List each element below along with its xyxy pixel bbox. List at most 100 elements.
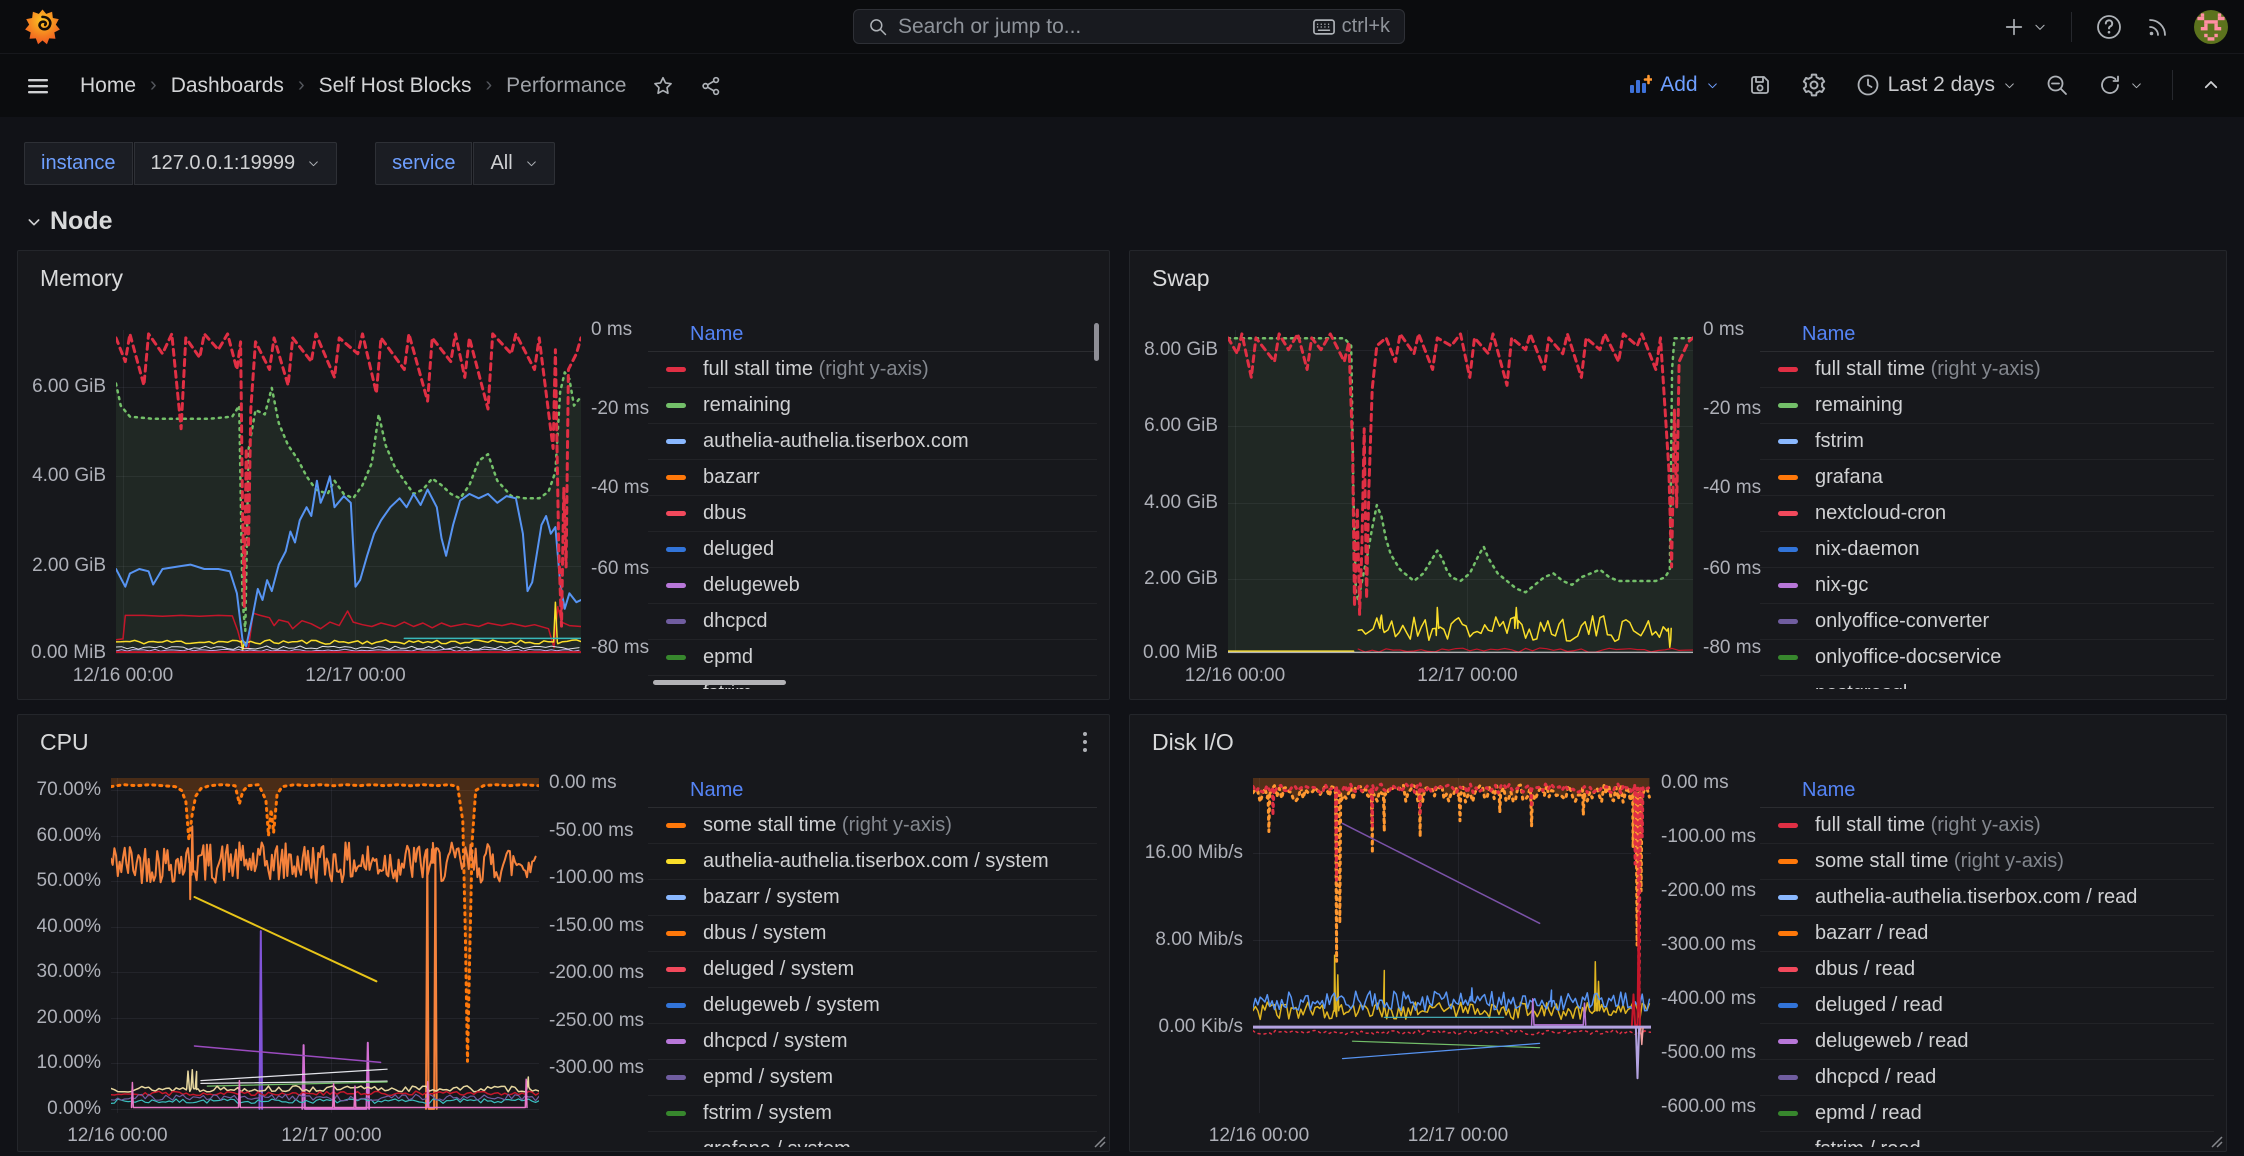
top-bar: Search or jump to... ctrl+k xyxy=(0,0,2244,53)
legend-item-nix-gc[interactable]: nix-gc xyxy=(1760,568,2214,604)
time-range-picker[interactable]: Last 2 days xyxy=(1856,73,2016,97)
legend-item-dhcpcd-read[interactable]: dhcpcd / read xyxy=(1760,1060,2214,1096)
legend-item-deluged[interactable]: deluged xyxy=(648,532,1097,568)
legend-item-epmd-read[interactable]: epmd / read xyxy=(1760,1096,2214,1132)
legend-item-epmd-system[interactable]: epmd / system xyxy=(648,1060,1097,1096)
legend-item-onlyoffice-docservice[interactable]: onlyoffice-docservice xyxy=(1760,640,2214,676)
legend-item-label: some stall time (right y-axis) xyxy=(1815,850,2064,873)
legend-item-label: authelia-authelia.tiserbox.com / system xyxy=(703,850,1049,873)
collapse-toolbar-button[interactable] xyxy=(2202,76,2220,94)
legend-item-authelia-authelia-tiserbox-com-system[interactable]: authelia-authelia.tiserbox.com / system xyxy=(648,844,1097,880)
favorite-button[interactable] xyxy=(652,75,674,97)
panel-menu-icon[interactable] xyxy=(1077,729,1093,755)
chart-canvas[interactable] xyxy=(1228,330,1693,653)
legend-item-epmd[interactable]: epmd xyxy=(648,640,1097,676)
legend-item-grafana-system[interactable]: grafana / system xyxy=(648,1132,1097,1147)
legend-item-bazarr-system[interactable]: bazarr / system xyxy=(648,880,1097,916)
legend-item-label: grafana xyxy=(1815,466,1883,489)
legend-item-suffix: (right y-axis) xyxy=(813,358,929,380)
legend-item-authelia-authelia-tiserbox-com-read[interactable]: authelia-authelia.tiserbox.com / read xyxy=(1760,880,2214,916)
breadcrumb-dashboards[interactable]: Dashboards xyxy=(171,74,284,98)
legend-item-authelia-authelia-tiserbox-com[interactable]: authelia-authelia.tiserbox.com xyxy=(648,424,1097,460)
legend-item-nix-daemon[interactable]: nix-daemon xyxy=(1760,532,2214,568)
legend-item-some-stall-time[interactable]: some stall time (right y-axis) xyxy=(1760,844,2214,880)
panel-title[interactable]: Swap xyxy=(1152,265,1210,292)
add-button[interactable]: Add xyxy=(1628,73,1718,97)
legend-item-dbus-system[interactable]: dbus / system xyxy=(648,916,1097,952)
legend-item-fstrim[interactable]: fstrim xyxy=(1760,424,2214,460)
breadcrumb-folder[interactable]: Self Host Blocks xyxy=(319,74,472,98)
legend-item-fstrim-read[interactable]: fstrim / read xyxy=(1760,1132,2214,1147)
legend-item-delugeweb[interactable]: delugeweb xyxy=(648,568,1097,604)
legend-item-delugeweb-read[interactable]: delugeweb / read xyxy=(1760,1024,2214,1060)
legend-item-dhcpcd[interactable]: dhcpcd xyxy=(648,604,1097,640)
series-color-marker xyxy=(666,1075,686,1080)
panel-title[interactable]: Memory xyxy=(40,265,123,292)
panel-resize-handle[interactable] xyxy=(1094,1136,1106,1148)
legend-item-dbus-read[interactable]: dbus / read xyxy=(1760,952,2214,988)
legend-name-column[interactable]: Name xyxy=(1802,323,1855,346)
legend-item-dhcpcd-system[interactable]: dhcpcd / system xyxy=(648,1024,1097,1060)
panel-title[interactable]: CPU xyxy=(40,729,89,756)
series-color-marker xyxy=(666,967,686,972)
axis-tick-label: -200.00 ms xyxy=(549,962,644,984)
share-button[interactable] xyxy=(700,75,722,97)
legend-item-bazarr-read[interactable]: bazarr / read xyxy=(1760,916,2214,952)
legend-item-full-stall-time[interactable]: full stall time (right y-axis) xyxy=(648,352,1097,388)
legend-item-nextcloud-cron[interactable]: nextcloud-cron xyxy=(1760,496,2214,532)
series-some stall time xyxy=(1253,785,1649,961)
search-icon xyxy=(868,17,888,37)
legend-item-label: remaining xyxy=(703,394,791,417)
row-node-toggle[interactable]: Node xyxy=(26,207,113,236)
axis-tick-label: -400.00 ms xyxy=(1661,988,1756,1010)
panel-resize-handle[interactable] xyxy=(2211,1136,2223,1148)
legend-item-postgresql[interactable]: postgresql xyxy=(1760,676,2214,689)
legend-item-delugeweb-system[interactable]: delugeweb / system xyxy=(648,988,1097,1024)
legend-item-bazarr[interactable]: bazarr xyxy=(648,460,1097,496)
gridline xyxy=(116,653,581,654)
news-button[interactable] xyxy=(2146,15,2170,39)
legend-item-deluged-system[interactable]: deluged / system xyxy=(648,952,1097,988)
variable-instance-label[interactable]: instance xyxy=(24,142,133,185)
legend-item-onlyoffice-converter[interactable]: onlyoffice-converter xyxy=(1760,604,2214,640)
legend-name-column[interactable]: Name xyxy=(690,779,743,802)
legend-item-deluged-read[interactable]: deluged / read xyxy=(1760,988,2214,1024)
new-button[interactable] xyxy=(2003,16,2047,38)
chart-canvas[interactable] xyxy=(111,778,539,1113)
rss-icon xyxy=(2146,15,2170,39)
chart-canvas[interactable] xyxy=(1253,778,1651,1113)
legend-item-label: onlyoffice-docservice xyxy=(1815,646,2001,669)
legend-name-column[interactable]: Name xyxy=(690,323,743,346)
variable-instance-value[interactable]: 127.0.0.1:19999 xyxy=(134,142,338,185)
search-input[interactable]: Search or jump to... ctrl+k xyxy=(853,9,1405,44)
variable-service-value[interactable]: All xyxy=(473,142,554,185)
dashboard-settings-button[interactable] xyxy=(1801,72,1827,98)
legend-horizontal-scrollbar[interactable] xyxy=(653,680,786,685)
legend-item-some-stall-time[interactable]: some stall time (right y-axis) xyxy=(648,808,1097,844)
legend-item-full-stall-time[interactable]: full stall time (right y-axis) xyxy=(1760,352,2214,388)
variable-service-label[interactable]: service xyxy=(375,142,472,185)
chart-canvas[interactable] xyxy=(116,330,581,653)
legend-item-remaining[interactable]: remaining xyxy=(1760,388,2214,424)
help-button[interactable] xyxy=(2096,14,2122,40)
legend-item-label: grafana / system xyxy=(703,1138,851,1147)
zoom-out-button[interactable] xyxy=(2045,73,2069,97)
legend-item-grafana[interactable]: grafana xyxy=(1760,460,2214,496)
grafana-logo[interactable] xyxy=(24,8,61,45)
save-dashboard-button[interactable] xyxy=(1748,73,1772,97)
legend-item-full-stall-time[interactable]: full stall time (right y-axis) xyxy=(1760,808,2214,844)
breadcrumb-home[interactable]: Home xyxy=(80,74,136,98)
avatar[interactable] xyxy=(2194,10,2228,44)
legend-item-fstrim-system[interactable]: fstrim / system xyxy=(648,1096,1097,1132)
refresh-button[interactable] xyxy=(2098,73,2143,97)
series-color-marker xyxy=(1778,655,1798,660)
legend-item-remaining[interactable]: remaining xyxy=(648,388,1097,424)
legend-vertical-scrollbar[interactable] xyxy=(1094,323,1099,361)
mega-menu-button[interactable] xyxy=(26,74,50,98)
legend-item-dbus[interactable]: dbus xyxy=(648,496,1097,532)
axis-tick-label: 12/17 00:00 xyxy=(261,1125,401,1147)
legend-name-column[interactable]: Name xyxy=(1802,779,1855,802)
panel-title[interactable]: Disk I/O xyxy=(1152,729,1234,756)
add-panel-icon xyxy=(1628,73,1652,97)
legend-item-label: onlyoffice-converter xyxy=(1815,610,1989,633)
